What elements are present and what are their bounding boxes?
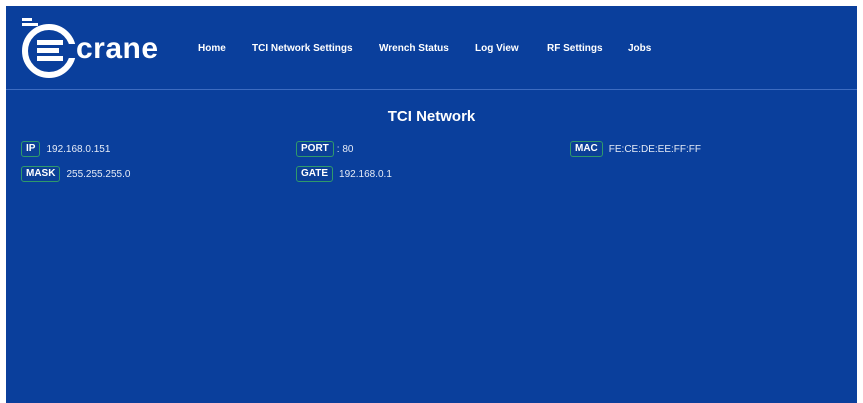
port-value: : 80	[336, 143, 354, 155]
nav-wrench-status[interactable]: Wrench Status	[379, 43, 449, 54]
port-field: PORT : 80	[296, 141, 353, 157]
header-divider	[6, 89, 857, 90]
ip-field: IP 192.168.0.151	[21, 141, 110, 157]
app-window: crane Home TCI Network Settings Wrench S…	[6, 6, 857, 403]
mask-field: MASK 255.255.255.0	[21, 166, 130, 182]
ip-label: IP	[21, 141, 41, 157]
nav-log-view[interactable]: Log View	[475, 43, 519, 54]
gate-field: GATE 192.168.0.1	[296, 166, 392, 182]
mac-field: MAC FE:CE:DE:EE:FF:FF	[570, 141, 701, 157]
nav-tci-network-settings[interactable]: TCI Network Settings	[252, 43, 353, 54]
crane-logo-icon	[22, 18, 80, 78]
top-header: crane Home TCI Network Settings Wrench S…	[6, 6, 857, 88]
nav-home[interactable]: Home	[198, 43, 226, 54]
crane-logo[interactable]: crane	[20, 16, 168, 80]
mask-value: 255.255.255.0	[66, 168, 131, 180]
mac-label: MAC	[570, 141, 603, 157]
nav-rf-settings[interactable]: RF Settings	[547, 43, 603, 54]
gate-label: GATE	[296, 166, 334, 182]
page-title: TCI Network	[387, 108, 476, 125]
brand-name: crane	[76, 32, 159, 65]
port-label: PORT	[296, 141, 334, 157]
mask-label: MASK	[21, 166, 61, 182]
mac-value: FE:CE:DE:EE:FF:FF	[608, 143, 702, 155]
nav-jobs[interactable]: Jobs	[628, 43, 651, 54]
gate-value: 192.168.0.1	[339, 168, 392, 180]
ip-value: 192.168.0.151	[46, 143, 111, 155]
